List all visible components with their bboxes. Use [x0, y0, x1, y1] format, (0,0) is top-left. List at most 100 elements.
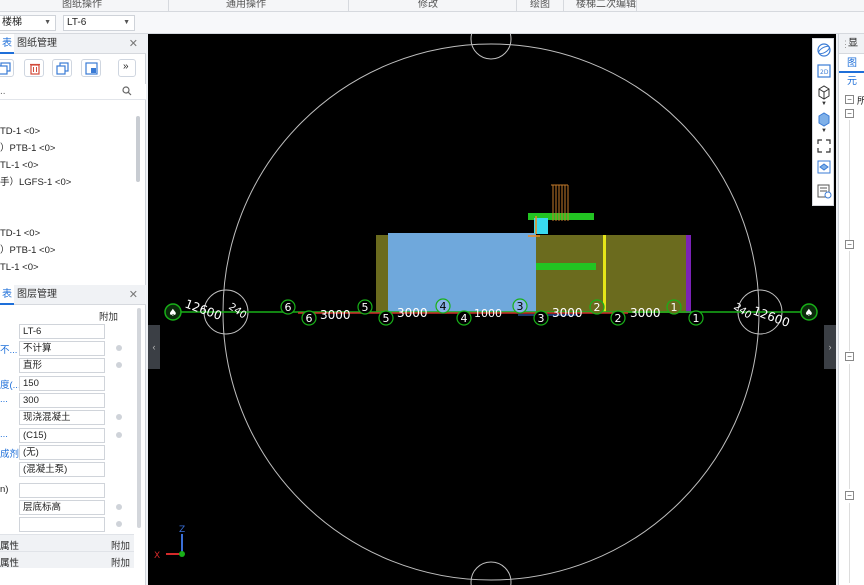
axis-number-top: 6: [285, 301, 292, 314]
ribbon-group-drawing-ops[interactable]: 图纸操作: [62, 0, 102, 10]
collapse-toggle[interactable]: −: [845, 109, 854, 118]
property-value-input[interactable]: 150: [19, 376, 105, 391]
dim-label: 12600: [183, 297, 224, 323]
dim-label: 3000: [630, 306, 661, 320]
axis-number-top: 3: [517, 300, 524, 313]
property-row: [0, 516, 134, 533]
ribbon-group-modify[interactable]: 修改: [418, 0, 438, 10]
left-panel-tabbar-bottom: 表 图层管理 ✕: [0, 285, 146, 305]
property-value-input[interactable]: 300: [19, 393, 105, 408]
tree-item[interactable]: TL-1 <0>: [0, 260, 134, 276]
tree-line: [849, 503, 850, 583]
ribbon-group-common-ops[interactable]: 通用操作: [226, 0, 266, 10]
stair-blue-flight: [388, 233, 536, 313]
search-icon: [122, 86, 132, 96]
solid-box-icon[interactable]: [816, 111, 832, 127]
grid-end-right: ♠: [800, 303, 818, 321]
collapse-toggle[interactable]: −: [845, 240, 854, 249]
property-value-input[interactable]: (无): [19, 445, 105, 460]
tree-item[interactable]: TD-1 <0>: [0, 124, 134, 140]
tree-item[interactable]: ）PTB-1 <0>: [0, 141, 134, 157]
collapse-right-button[interactable]: ›: [824, 325, 836, 369]
dynamic-observe-icon[interactable]: [816, 42, 832, 58]
category-select-value: 楼梯: [2, 17, 22, 28]
chevron-down-icon[interactable]: ▼: [821, 128, 827, 134]
dim-label: 3000: [397, 306, 428, 320]
more-tools-button[interactable]: »: [118, 59, 136, 77]
svg-text:♠: ♠: [805, 308, 814, 319]
property-value-input[interactable]: 层底标高: [19, 500, 105, 515]
svg-text:♠: ♠: [169, 308, 178, 319]
property-section-2[interactable]: 属性 附加: [0, 551, 134, 569]
grid-end-left: ♠: [164, 303, 182, 321]
section-label: 属性: [0, 558, 20, 569]
property-scrollbar[interactable]: [137, 308, 141, 528]
axis-number-top: 1: [671, 301, 678, 314]
viewport-canvas[interactable]: ♠ ♠ 12600 3000 3000 1000 3000 3000 12600…: [148, 18, 836, 585]
tree-item[interactable]: TL-1 <0>: [0, 158, 134, 174]
tree-item[interactable]: ）PTB-1 <0>: [0, 243, 134, 259]
search-input[interactable]: ..: [0, 86, 6, 97]
component-search[interactable]: ..: [0, 84, 146, 100]
tab-layer-management[interactable]: 图层管理: [17, 285, 57, 305]
property-row: ... (C15): [0, 427, 134, 444]
property-value-input[interactable]: [19, 517, 105, 532]
property-value-input[interactable]: 不计算: [19, 341, 105, 356]
property-value-input[interactable]: [19, 483, 105, 498]
view-toolbar: 2D ▼ ▼: [812, 38, 834, 206]
svg-text:2D: 2D: [820, 69, 829, 76]
left-panel-tabbar-top: 表 图纸管理 ✕: [0, 34, 146, 54]
axis-number-bottom: 3: [538, 312, 545, 325]
ribbon-group-stair-edit[interactable]: 楼梯二次编辑: [576, 0, 636, 10]
layer-copy-button[interactable]: [81, 59, 101, 77]
3d-viewport[interactable]: ♠ ♠ 12600 3000 3000 1000 3000 3000 12600…: [148, 18, 836, 585]
attach-checkbox[interactable]: [116, 521, 122, 527]
tree-scrollbar[interactable]: [136, 116, 140, 182]
chevron-down-icon: ▼: [123, 19, 130, 26]
tree-root-label: 所: [857, 96, 864, 107]
tab-component-list[interactable]: 表: [0, 34, 14, 54]
axis-x-label: X: [154, 551, 160, 561]
ribbon-group-draw[interactable]: 绘图: [530, 0, 550, 10]
property-value-input[interactable]: 直形: [19, 358, 105, 373]
new-icon: [0, 62, 11, 75]
tab-element-display[interactable]: 图元: [839, 55, 864, 87]
collapse-toggle[interactable]: −: [845, 491, 854, 500]
property-value-input[interactable]: (混凝土泵): [19, 462, 105, 477]
2d-view-icon[interactable]: 2D: [816, 63, 832, 79]
3d-box-icon[interactable]: [816, 84, 832, 100]
tree-item[interactable]: 手）LGFS-1 <0>: [0, 175, 134, 191]
collapse-toggle[interactable]: −: [845, 95, 854, 104]
tab-drawing-management[interactable]: 图纸管理: [17, 34, 57, 54]
attach-checkbox[interactable]: [116, 362, 122, 368]
axis-number-bottom: 1: [693, 312, 700, 325]
tab-properties[interactable]: 表: [0, 285, 14, 305]
attach-checkbox[interactable]: [116, 345, 122, 351]
component-visibility-icon[interactable]: [816, 159, 832, 175]
copy-component-button[interactable]: [52, 59, 72, 77]
property-value-input[interactable]: 现浇混凝土: [19, 410, 105, 425]
collapse-toggle[interactable]: −: [845, 352, 854, 361]
attach-checkbox[interactable]: [116, 414, 122, 420]
property-row: ... 300: [0, 392, 134, 409]
chevron-down-icon[interactable]: ▼: [821, 101, 827, 107]
attach-checkbox[interactable]: [116, 504, 122, 510]
close-icon[interactable]: ✕: [129, 288, 138, 301]
component-select[interactable]: LT-6 ▼: [63, 15, 135, 31]
property-row: (混凝土泵): [0, 461, 134, 478]
property-value-input[interactable]: (C15): [19, 428, 105, 443]
category-select[interactable]: 楼梯 ▼: [0, 15, 56, 31]
close-icon[interactable]: ✕: [129, 37, 138, 50]
property-label: 度(...: [0, 380, 21, 391]
tree-item[interactable]: TD-1 <0>: [0, 226, 134, 242]
attach-checkbox[interactable]: [116, 432, 122, 438]
axis-number-bottom: 5: [383, 312, 390, 325]
delete-component-button[interactable]: [24, 59, 44, 77]
collapse-left-button[interactable]: ‹: [148, 325, 160, 369]
fit-view-icon[interactable]: [816, 138, 832, 154]
property-section-1[interactable]: 属性 附加: [0, 534, 134, 552]
new-component-button[interactable]: [0, 59, 14, 77]
settings-list-icon[interactable]: [816, 183, 832, 199]
property-value-input[interactable]: LT-6: [19, 324, 105, 339]
property-label: n): [0, 484, 9, 495]
